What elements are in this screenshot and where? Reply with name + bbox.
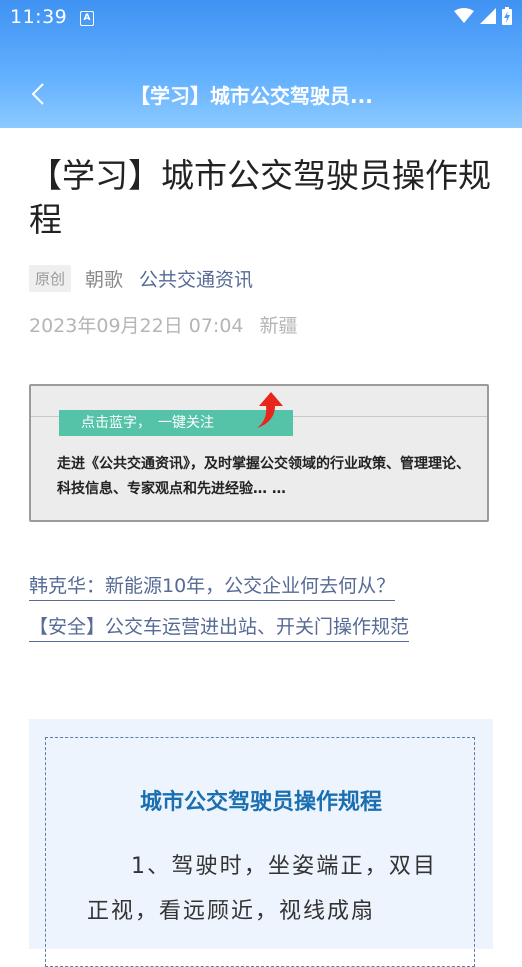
nav-title: 【学习】城市公交驾驶员... <box>130 84 373 108</box>
original-tag: 原创 <box>29 265 72 292</box>
article-title: 【学习】城市公交驾驶员操作规程 <box>29 156 491 239</box>
chevron-left-icon <box>31 83 44 105</box>
account-link[interactable]: 公共交通资讯 <box>139 265 253 292</box>
status-icons <box>454 7 512 25</box>
red-arrow-icon <box>257 392 283 428</box>
wifi-icon <box>454 8 474 23</box>
article-date-location: 2023年09月22日 07:04 新疆 <box>29 311 298 338</box>
section-title: 城市公交驾驶员操作规程 <box>139 790 382 815</box>
app-header: 11:39 A 【学习】城市公交驾驶员... <box>0 0 522 128</box>
battery-icon <box>502 7 512 25</box>
status-time: 11:39 <box>10 6 68 28</box>
notification-a-icon: A <box>80 11 94 26</box>
related-link-2[interactable]: 【安全】公交车运营进出站、开关门操作规范 <box>29 612 410 642</box>
content-paragraph: 1、驾驶时，坐姿端正，双目正视，看远顾近，视线成扇 <box>87 854 437 924</box>
article-meta: 原创 朝歌 公共交通资讯 <box>29 265 253 292</box>
author-name: 朝歌 <box>85 269 124 291</box>
banner-description: 走进《公共交通资讯》，及时掌握公交领域的行业政策、管理理论、科技信息、专家观点和… <box>57 456 470 497</box>
follow-banner: 点击蓝字， 一键关注 走进《公共交通资讯》，及时掌握公交领域的行业政策、管理理论… <box>29 384 489 522</box>
related-link-1[interactable]: 韩克华：新能源10年，公交企业何去何从？ <box>29 571 396 601</box>
signal-icon <box>480 8 496 24</box>
publish-date: 2023年09月22日 07:04 <box>29 315 244 337</box>
publish-location: 新疆 <box>259 315 298 337</box>
back-button[interactable] <box>22 74 54 114</box>
